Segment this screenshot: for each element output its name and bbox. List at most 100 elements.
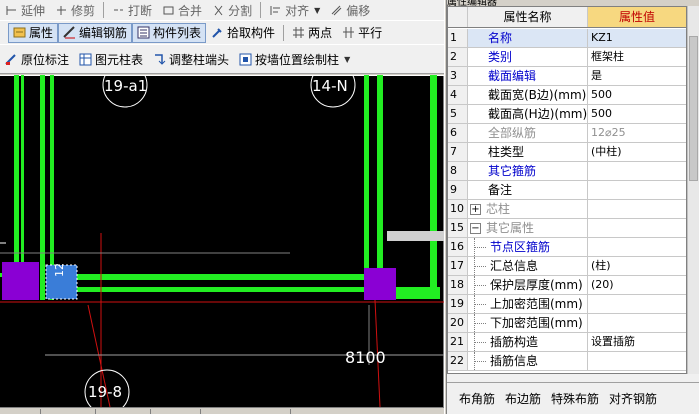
- property-row[interactable]: 8 其它箍筋: [448, 162, 686, 181]
- property-value-cell[interactable]: 500: [588, 86, 686, 104]
- property-row[interactable]: 18 保护层厚度(mm) (20): [448, 276, 686, 295]
- drawing-canvas[interactable]: 12 19-a1 14-N 19-8 8100: [0, 75, 444, 407]
- property-value-cell[interactable]: [588, 238, 686, 256]
- property-value-cell[interactable]: (柱): [588, 257, 686, 275]
- two-points-icon: [292, 26, 305, 39]
- property-row[interactable]: 16 节点区箍筋: [448, 238, 686, 257]
- split-button[interactable]: 分割: [207, 0, 257, 20]
- property-row[interactable]: 22 插筋信息: [448, 352, 686, 371]
- property-row[interactable]: 15− 其它属性: [448, 219, 686, 238]
- beam-horizontal-upper[interactable]: [55, 274, 370, 280]
- component-list-button[interactable]: 构件列表: [132, 22, 207, 43]
- in-place-label-button[interactable]: 原位标注: [0, 49, 74, 69]
- property-value-cell[interactable]: 框架柱: [588, 48, 686, 66]
- wall-segment[interactable]: [387, 231, 444, 241]
- two-points-button[interactable]: 两点: [287, 23, 337, 43]
- property-value-cell[interactable]: [588, 295, 686, 313]
- property-value-cell[interactable]: [588, 219, 686, 237]
- property-value-cell[interactable]: [588, 162, 686, 180]
- property-value-cell[interactable]: KZ1: [588, 29, 686, 47]
- row-number: 3: [448, 67, 468, 85]
- tree-connector: [468, 295, 488, 313]
- adjust-column-end-button[interactable]: 调整柱端头: [148, 49, 234, 69]
- beam-left-inner[interactable]: [40, 75, 45, 300]
- extend-button[interactable]: 延伸: [0, 0, 50, 20]
- property-value-cell[interactable]: [588, 314, 686, 332]
- pick-component-button[interactable]: 拾取构件: [206, 23, 280, 43]
- property-value-cell[interactable]: 12⌀25: [588, 124, 686, 142]
- draw-by-position-dropdown[interactable]: 按墙位置绘制柱 ▼: [234, 49, 355, 69]
- property-value-cell[interactable]: 设置插筋: [588, 333, 686, 351]
- property-row[interactable]: 7 柱类型 (中柱): [448, 143, 686, 162]
- property-row[interactable]: 1 名称 KZ1: [448, 29, 686, 48]
- property-row[interactable]: 10 + 芯柱: [448, 200, 686, 219]
- property-value-cell[interactable]: [588, 181, 686, 199]
- property-row[interactable]: 21 插筋构造 设置插筋: [448, 333, 686, 352]
- scrollbar-thumb[interactable]: [689, 36, 698, 181]
- attributes-icon: [13, 26, 26, 39]
- corner-rebar-button[interactable]: 布角筋: [459, 390, 495, 407]
- property-name-label: 备注: [488, 183, 513, 197]
- merge-icon: [162, 4, 175, 17]
- trim-button[interactable]: 修剪: [50, 0, 100, 20]
- edit-rebar-button[interactable]: 编辑钢筋: [58, 22, 133, 43]
- property-value-cell[interactable]: 是: [588, 67, 686, 85]
- break-icon: [112, 4, 125, 17]
- property-row[interactable]: 5 截面高(H边)(mm) 500: [448, 105, 686, 124]
- property-value-cell[interactable]: (20): [588, 276, 686, 294]
- merge-button[interactable]: 合并: [157, 0, 207, 20]
- property-name-label: 名称: [488, 31, 513, 45]
- attributes-button[interactable]: 属性: [8, 22, 59, 43]
- collapse-icon[interactable]: −: [470, 222, 481, 234]
- property-grid-scrollbar[interactable]: [687, 6, 699, 374]
- cad-drawing[interactable]: 12 19-a1 14-N 19-8 8100: [0, 75, 444, 407]
- align-rebar-button[interactable]: 对齐钢筋: [609, 390, 657, 407]
- align-dropdown[interactable]: 对齐 ▼: [264, 0, 325, 20]
- property-row[interactable]: 17 汇总信息 (柱): [448, 257, 686, 276]
- property-row[interactable]: 6 全部纵筋 12⌀25: [448, 124, 686, 143]
- edge-rebar-button[interactable]: 布边筋: [505, 390, 541, 407]
- property-row[interactable]: 9 备注: [448, 181, 686, 200]
- property-name-label: 芯柱: [486, 202, 511, 216]
- property-value-cell[interactable]: [588, 352, 686, 370]
- property-name-cell: 保护层厚度(mm): [468, 276, 588, 294]
- special-rebar-button[interactable]: 特殊布筋: [551, 390, 599, 407]
- offset-icon: [330, 4, 343, 17]
- parallel-button[interactable]: 平行: [337, 23, 387, 43]
- row-number: 9: [448, 181, 468, 199]
- property-name-label: 全部纵筋: [488, 126, 537, 140]
- offset-button[interactable]: 偏移: [325, 0, 375, 20]
- element-column-table-button[interactable]: 图元柱表: [74, 49, 148, 69]
- beam-right[interactable]: [364, 75, 369, 275]
- property-value-cell[interactable]: 500: [588, 105, 686, 123]
- property-name-label: 上加密范围(mm): [490, 297, 583, 311]
- property-value-cell[interactable]: [588, 200, 686, 218]
- property-row[interactable]: 20 下加密范围(mm): [448, 314, 686, 333]
- beam-far-right[interactable]: [430, 75, 437, 299]
- beam-left-outer[interactable]: [14, 75, 19, 275]
- property-name-cell: 插筋信息: [468, 352, 588, 370]
- property-editor-panel: 属性编辑器 属性名称 属性值 1 名称 KZ1 2 类别 框架柱 3 截面编辑是 4 截面宽(B边…: [447, 0, 699, 414]
- property-name-cell: 其它箍筋: [468, 162, 588, 180]
- column-purple-left[interactable]: [2, 262, 39, 300]
- property-row[interactable]: 3 截面编辑 是: [448, 67, 686, 86]
- property-grid[interactable]: 1 名称 KZ1 2 类别 框架柱 3 截面编辑 是 4 截面宽(B边)(mm) 500 5 截面高(H边…: [447, 6, 687, 374]
- row-number: 21: [448, 333, 468, 351]
- row-number: 10: [448, 200, 468, 218]
- property-name-cell: 下加密范围(mm): [468, 314, 588, 332]
- break-button[interactable]: 打断: [107, 0, 157, 20]
- draw-column-icon: [239, 53, 252, 66]
- separator: [103, 2, 105, 18]
- property-row[interactable]: 19 上加密范围(mm): [448, 295, 686, 314]
- dimension-text: 8100: [345, 348, 386, 367]
- column-purple-right[interactable]: [364, 268, 396, 300]
- row-number: 2: [448, 48, 468, 66]
- expand-icon[interactable]: +: [470, 203, 481, 215]
- in-place-label-icon: [5, 53, 18, 66]
- property-row[interactable]: 4 截面宽(B边)(mm) 500: [448, 86, 686, 105]
- split-icon: [212, 4, 225, 17]
- tree-connector: [468, 314, 488, 332]
- property-row[interactable]: 2 类别 框架柱: [448, 48, 686, 67]
- property-value-cell[interactable]: (中柱): [588, 143, 686, 161]
- modify-toolbar: 延伸 修剪 打断 合并 分割 对齐 ▼ 偏移: [0, 0, 444, 20]
